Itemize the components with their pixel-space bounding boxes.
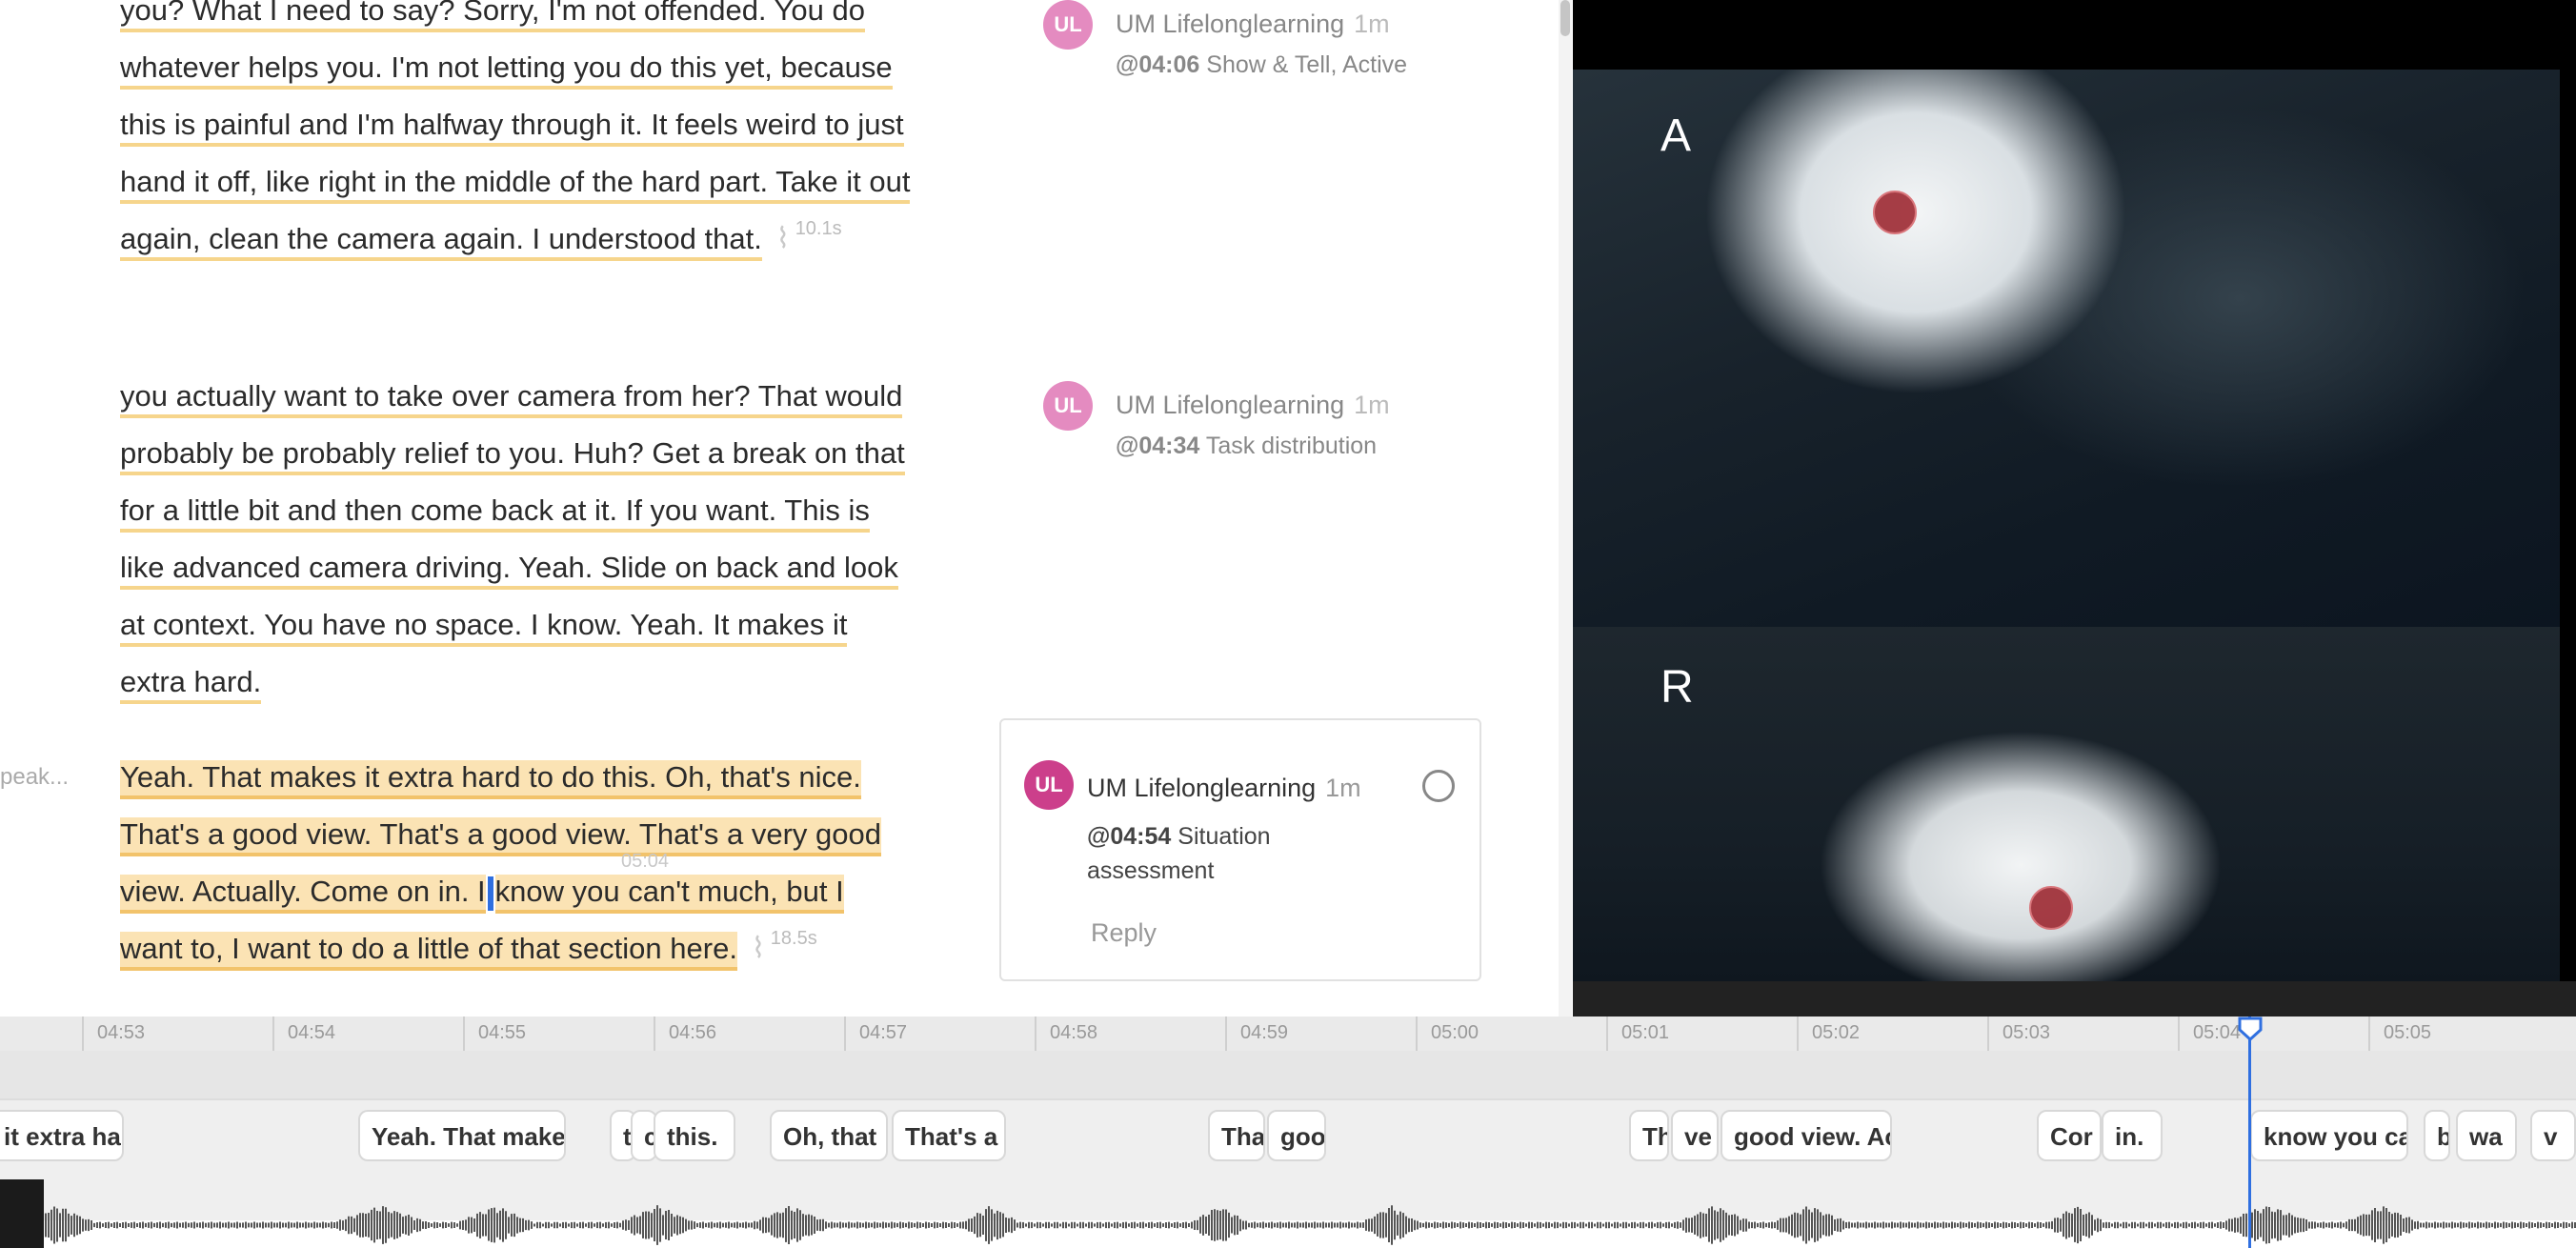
- comment-author: UM Lifelonglearning 1m: [1087, 774, 1361, 802]
- playhead-handle-icon[interactable]: [2238, 1017, 2263, 1041]
- comment-timestamp: @04:06: [1116, 51, 1200, 78]
- comment-author: UM Lifelonglearning 1m: [1116, 391, 1390, 419]
- ruler-tick-label: 04:53: [97, 1022, 146, 1043]
- video-thumbnail: [0, 1179, 44, 1248]
- ruler-tick: [2178, 1017, 2180, 1051]
- ruler-tick: [1035, 1017, 1036, 1051]
- comment-author: UM Lifelonglearning 1m: [1116, 10, 1390, 38]
- video-panel-r: R: [1573, 627, 2560, 981]
- ruler-tick-label: 05:04: [2193, 1022, 2242, 1043]
- ruler-tick-label: 04:58: [1050, 1022, 1098, 1043]
- playhead[interactable]: [2248, 1017, 2251, 1248]
- cursor-timestamp: 05:04: [621, 851, 670, 872]
- ruler-tick-label: 05:00: [1431, 1022, 1479, 1043]
- ruler-tick: [1225, 1017, 1227, 1051]
- pause-icon: ⌇: [775, 223, 791, 254]
- ruler-tick-label: 05:03: [2002, 1022, 2051, 1043]
- ruler-tick-label: 05:02: [1812, 1022, 1861, 1043]
- transcript-text[interactable]: you actually want to take over camera fr…: [120, 379, 905, 704]
- ruler-tick-label: 04:57: [859, 1022, 908, 1043]
- transcript-paragraph[interactable]: you? What I need to say? Sorry, I'm not …: [120, 0, 911, 271]
- time-ruler[interactable]: 04:53 04:54 04:55 04:56 04:57 04:58 04:59 05:00…: [0, 1017, 2576, 1051]
- video-panel-a: A: [1573, 70, 2560, 627]
- avatar: UL: [1043, 381, 1093, 431]
- transcript-paragraph[interactable]: you actually want to take over camera fr…: [120, 368, 911, 711]
- comment-timestamp: @04:34: [1116, 433, 1200, 459]
- ruler-tick-label: 04:56: [669, 1022, 717, 1043]
- ruler-tick-label: 04:54: [288, 1022, 336, 1043]
- video-player[interactable]: A R: [1573, 0, 2576, 1017]
- panel-label: R: [1660, 662, 1694, 713]
- playback-cursor: [487, 876, 493, 911]
- ruler-tick-label: 04:55: [478, 1022, 527, 1043]
- ruler-tick-label: 05:01: [1621, 1022, 1670, 1043]
- audio-waveform[interactable]: [0, 1143, 2576, 1248]
- video-bottom-bar: [1573, 981, 2576, 1017]
- comment-body: @04:54 Situation assessment: [1087, 823, 1271, 884]
- transcript-paragraph-selected[interactable]: Yeah. That makes it extra hard to do thi…: [120, 749, 911, 980]
- pause-marker: ⌇ 18.5s: [751, 928, 817, 964]
- gaze-marker: [2029, 886, 2073, 930]
- comment-body: @04:34 Task distribution: [1116, 433, 1378, 459]
- gaze-marker: [1873, 191, 1917, 234]
- pause-marker: ⌇ 10.1s: [775, 218, 842, 254]
- active-comment-card[interactable]: UL UM Lifelonglearning 1m @04:54 Situatio…: [999, 718, 1481, 981]
- ruler-tick: [2368, 1017, 2370, 1051]
- waveform-path: [45, 1205, 2576, 1245]
- timeline-band: [0, 1051, 2576, 1098]
- ruler-tick-label: 04:59: [1240, 1022, 1289, 1043]
- scrollbar-thumb[interactable]: [1560, 0, 1570, 36]
- ruler-tick: [272, 1017, 274, 1051]
- panel-label: A: [1660, 111, 1692, 161]
- ruler-tick-label: 05:05: [2384, 1022, 2432, 1043]
- ruler-tick: [1797, 1017, 1799, 1051]
- pause-icon: ⌇: [751, 933, 766, 964]
- ruler-tick: [654, 1017, 655, 1051]
- ruler-tick: [1416, 1017, 1418, 1051]
- ruler-tick: [82, 1017, 84, 1051]
- ruler-tick: [1606, 1017, 1608, 1051]
- scrollbar[interactable]: [1559, 0, 1572, 1017]
- avatar: UL: [1043, 0, 1093, 50]
- comment-body: @04:06 Show & Tell, Active: [1116, 51, 1408, 78]
- resolve-circle-icon[interactable]: [1422, 770, 1455, 802]
- comment-timestamp: @04:54: [1087, 823, 1172, 850]
- avatar: UL: [1024, 760, 1074, 810]
- speaker-label[interactable]: peak...: [0, 764, 69, 791]
- ruler-tick: [463, 1017, 465, 1051]
- transcript-panel: you? What I need to say? Sorry, I'm not …: [0, 0, 962, 1017]
- ruler-tick: [1987, 1017, 1989, 1051]
- reply-button[interactable]: Reply: [1091, 918, 1157, 948]
- ruler-tick: [844, 1017, 846, 1051]
